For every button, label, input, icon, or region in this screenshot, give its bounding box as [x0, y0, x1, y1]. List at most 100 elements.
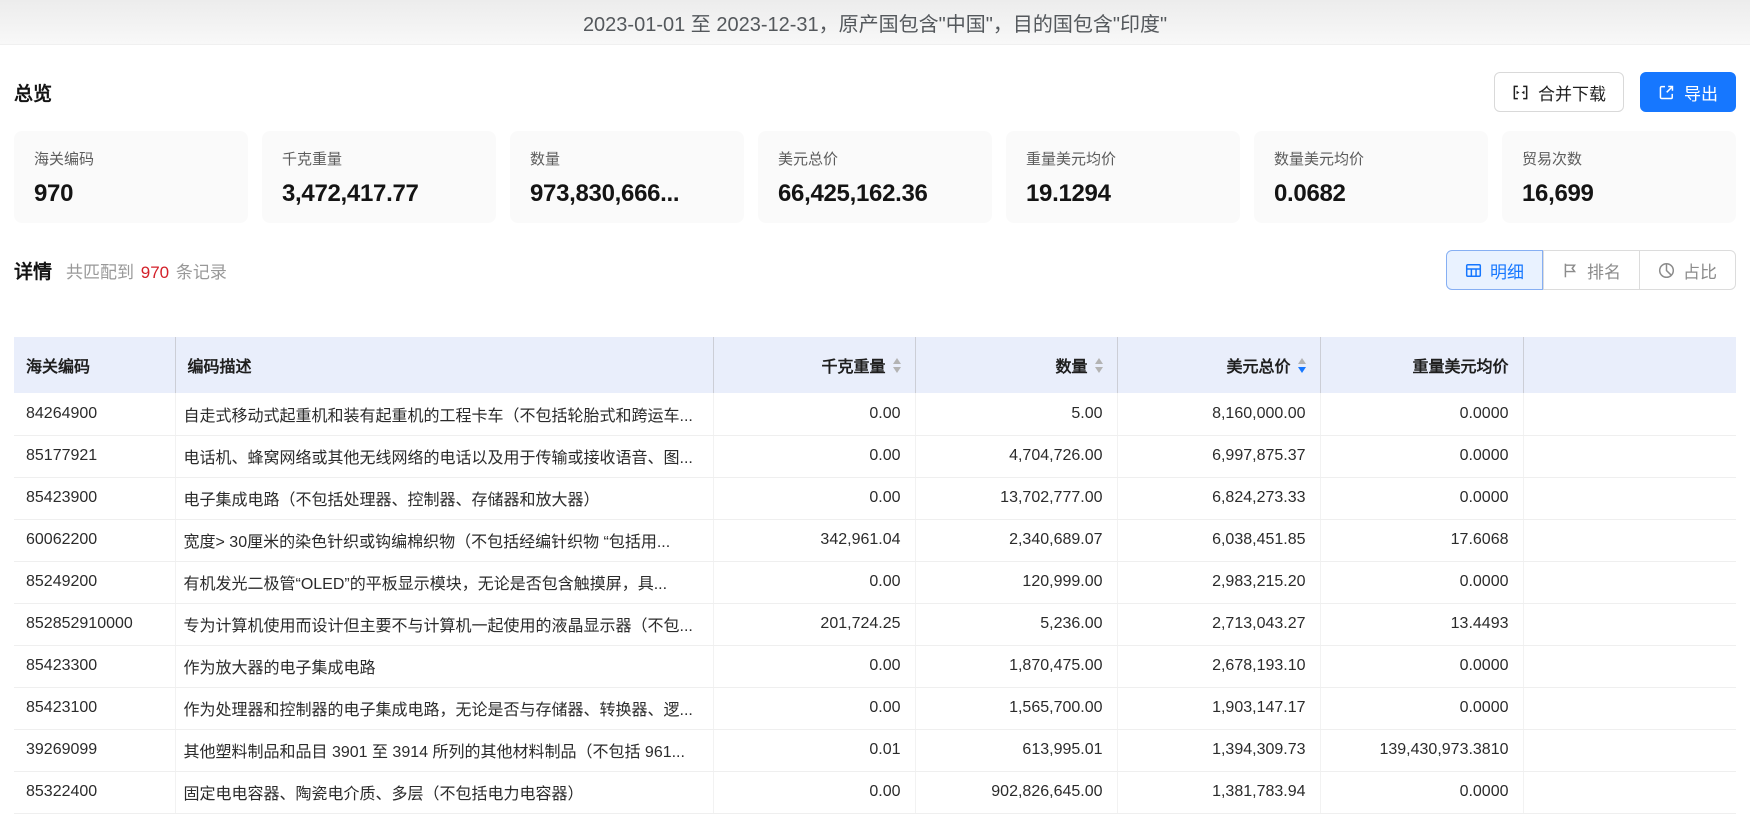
column-header-quantity[interactable]: 数量	[915, 337, 1118, 393]
column-header-usd-total[interactable]: 美元总价	[1117, 337, 1321, 393]
tab-ranking-label: 排名	[1587, 262, 1621, 282]
cell-hs-code: 85249200	[14, 561, 176, 604]
cell-unit-price: 13.4493	[1320, 603, 1524, 646]
overview-stats-row: 海关编码 970 千克重量 3,472,417.77 数量 973,830,66…	[14, 131, 1736, 223]
table-row[interactable]: 852852910000 专为计算机使用而设计但主要不与计算机一起使用的液晶显示…	[14, 603, 1736, 646]
cell-kg-weight: 0.01	[713, 729, 916, 772]
details-table: 海关编码 编码描述 千克重量 数量 美元总价 重量美元均价 84264900 自…	[14, 337, 1736, 814]
cell-unit-price: 0.0000	[1320, 393, 1524, 436]
cell-kg-weight: 0.00	[713, 561, 916, 604]
tab-proportion-label: 占比	[1683, 262, 1717, 282]
table-row[interactable]: 60062200 宽度> 30厘米的染色针织或钩编棉织物（不包括经编针织物 “包…	[14, 519, 1736, 562]
cell-usd-total: 1,381,783.94	[1117, 771, 1321, 814]
cell-usd-total: 1,903,147.17	[1117, 687, 1321, 730]
cell-hs-code: 84264900	[14, 393, 176, 436]
column-header-kg-weight[interactable]: 千克重量	[713, 337, 916, 393]
cell-hs-code: 85423900	[14, 477, 176, 520]
export-label: 导出	[1684, 84, 1718, 104]
details-table-wrap: 海关编码 编码描述 千克重量 数量 美元总价 重量美元均价 84264900 自…	[14, 337, 1736, 814]
table-row[interactable]: 84264900 自走式移动式起重机和装有起重机的工程卡车（不包括轮胎式和跨运车…	[14, 393, 1736, 436]
stat-card: 数量美元均价 0.0682	[1254, 131, 1488, 223]
column-header-description: 编码描述	[175, 337, 714, 393]
table-row[interactable]: 85177921 电话机、蜂窝网络或其他无线网络的电话以及用于传输或接收语音、图…	[14, 435, 1736, 478]
stat-value: 3,472,417.77	[282, 180, 419, 207]
cell-kg-weight: 0.00	[713, 771, 916, 814]
merge-download-label: 合并下载	[1538, 84, 1606, 104]
tab-proportion[interactable]: 占比	[1640, 250, 1736, 290]
overview-header: 总览 合并下载 导出	[14, 71, 1736, 113]
cell-hs-code: 60062200	[14, 519, 176, 562]
details-header: 详情 共匹配到 970 条记录 明细 排名 占比	[14, 249, 1736, 291]
cell-usd-total: 2,678,193.10	[1117, 645, 1321, 688]
stat-card: 美元总价 66,425,162.36	[758, 131, 992, 223]
cell-spacer	[1523, 687, 1736, 730]
cell-kg-weight: 0.00	[713, 687, 916, 730]
pie-chart-icon	[1658, 262, 1675, 279]
stat-value: 19.1294	[1026, 180, 1111, 207]
cell-description: 专为计算机使用而设计但主要不与计算机一起使用的液晶显示器（不包...	[175, 603, 714, 646]
overview-title: 总览	[14, 83, 53, 105]
cell-quantity: 5,236.00	[915, 603, 1118, 646]
tab-detail[interactable]: 明细	[1446, 250, 1543, 290]
stat-value: 0.0682	[1274, 180, 1346, 207]
match-suffix: 条记录	[175, 262, 227, 282]
sort-icon-kg-weight	[892, 357, 901, 373]
stat-card: 数量 973,830,666...	[510, 131, 744, 223]
cell-description: 作为放大器的电子集成电路	[175, 645, 714, 688]
stat-value: 66,425,162.36	[778, 180, 928, 207]
stat-label: 海关编码	[34, 151, 95, 168]
cell-hs-code: 852852910000	[14, 603, 176, 646]
cell-quantity: 902,826,645.00	[915, 771, 1118, 814]
cell-hs-code: 85322400	[14, 771, 176, 814]
cell-hs-code: 39269099	[14, 729, 176, 772]
cell-unit-price: 139,430,973.3810	[1320, 729, 1524, 772]
merge-cells-icon	[1512, 84, 1529, 101]
sort-icon-usd-total-desc-active	[1297, 357, 1306, 373]
cell-spacer	[1523, 477, 1736, 520]
cell-quantity: 120,999.00	[915, 561, 1118, 604]
column-header-hs-code: 海关编码	[14, 337, 176, 393]
cell-quantity: 5.00	[915, 393, 1118, 436]
overview-actions: 合并下载 导出	[1494, 72, 1736, 112]
cell-hs-code: 85177921	[14, 435, 176, 478]
cell-usd-total: 6,824,273.33	[1117, 477, 1321, 520]
page-title-bar: 2023-01-01 至 2023-12-31，原产国包含"中国"，目的国包含"…	[0, 0, 1750, 45]
cell-spacer	[1523, 435, 1736, 478]
sort-icon-quantity	[1094, 357, 1103, 373]
export-icon	[1658, 84, 1675, 101]
cell-spacer	[1523, 603, 1736, 646]
cell-usd-total: 2,983,215.20	[1117, 561, 1321, 604]
cell-description: 有机发光二极管“OLED”的平板显示模块，无论是否包含触摸屏，具...	[175, 561, 714, 604]
cell-usd-total: 2,713,043.27	[1117, 603, 1321, 646]
cell-description: 电子集成电路（不包括处理器、控制器、存储器和放大器）	[175, 477, 714, 520]
stat-label: 重量美元均价	[1026, 151, 1117, 168]
cell-kg-weight: 201,724.25	[713, 603, 916, 646]
query-summary-title: 2023-01-01 至 2023-12-31，原产国包含"中国"，目的国包含"…	[582, 13, 1168, 36]
cell-spacer	[1523, 771, 1736, 814]
table-row[interactable]: 85322400 固定电电容器、陶瓷电介质、多层（不包括电力电容器） 0.00 …	[14, 771, 1736, 814]
table-row[interactable]: 85249200 有机发光二极管“OLED”的平板显示模块，无论是否包含触摸屏，…	[14, 561, 1736, 604]
cell-spacer	[1523, 519, 1736, 562]
table-row[interactable]: 39269099 其他塑料制品和品目 3901 至 3914 所列的其他材料制品…	[14, 729, 1736, 772]
cell-quantity: 1,565,700.00	[915, 687, 1118, 730]
table-row[interactable]: 85423900 电子集成电路（不包括处理器、控制器、存储器和放大器） 0.00…	[14, 477, 1736, 520]
cell-usd-total: 8,160,000.00	[1117, 393, 1321, 436]
table-row[interactable]: 85423100 作为处理器和控制器的电子集成电路，无论是否与存储器、转换器、逻…	[14, 687, 1736, 730]
stat-value: 970	[34, 180, 74, 207]
export-button[interactable]: 导出	[1640, 72, 1736, 112]
merge-download-button[interactable]: 合并下载	[1494, 72, 1624, 112]
table-body: 84264900 自走式移动式起重机和装有起重机的工程卡车（不包括轮胎式和跨运车…	[14, 393, 1736, 814]
stat-label: 数量美元均价	[1274, 151, 1365, 168]
cell-quantity: 1,870,475.00	[915, 645, 1118, 688]
details-title-group: 详情 共匹配到 970 条记录	[14, 257, 227, 284]
stat-label: 千克重量	[282, 151, 343, 168]
cell-description: 作为处理器和控制器的电子集成电路，无论是否与存储器、转换器、逻...	[175, 687, 714, 730]
view-mode-tabs: 明细 排名 占比	[1446, 250, 1736, 290]
table-row[interactable]: 85423300 作为放大器的电子集成电路 0.00 1,870,475.00 …	[14, 645, 1736, 688]
cell-unit-price: 0.0000	[1320, 561, 1524, 604]
tab-ranking[interactable]: 排名	[1543, 250, 1640, 290]
details-title: 详情	[14, 261, 53, 283]
stat-card: 海关编码 970	[14, 131, 248, 223]
cell-description: 固定电电容器、陶瓷电介质、多层（不包括电力电容器）	[175, 771, 714, 814]
cell-unit-price: 17.6068	[1320, 519, 1524, 562]
